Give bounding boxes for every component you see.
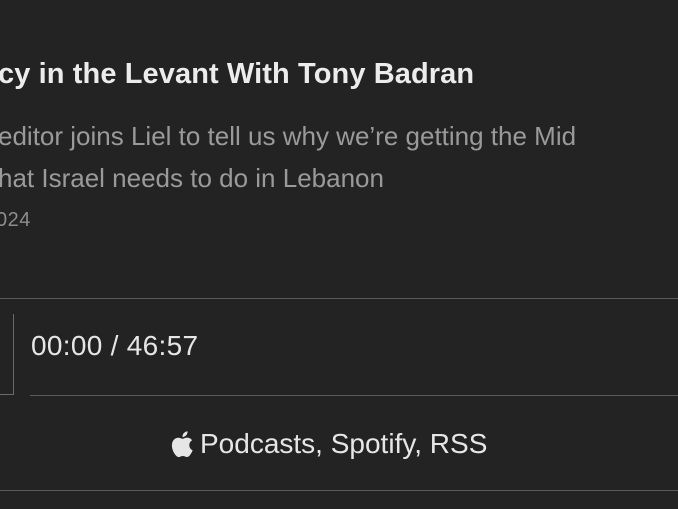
divider-bottom: [0, 490, 678, 491]
subscribe-links[interactable]: Podcasts, Spotify, RSS: [168, 428, 487, 460]
episode-description-line-2: hat Israel needs to do in Lebanon: [0, 163, 384, 193]
episode-description: editor joins Liel to tell us why we’re g…: [0, 115, 678, 199]
player-progress-track[interactable]: [30, 395, 678, 396]
player-time-display: 00:00 / 46:57: [31, 330, 199, 361]
subscribe-links-text[interactable]: Podcasts, Spotify, RSS: [200, 428, 487, 460]
episode-title: cy in the Levant With Tony Badran: [0, 58, 475, 90]
apple-icon: [168, 429, 194, 459]
episode-description-line-1: editor joins Liel to tell us why we’re g…: [0, 121, 577, 151]
episode-date: 024: [0, 209, 31, 231]
podcast-episode-page: cy in the Levant With Tony Badran editor…: [0, 0, 678, 509]
play-button[interactable]: [0, 314, 14, 395]
divider-top: [0, 298, 678, 299]
